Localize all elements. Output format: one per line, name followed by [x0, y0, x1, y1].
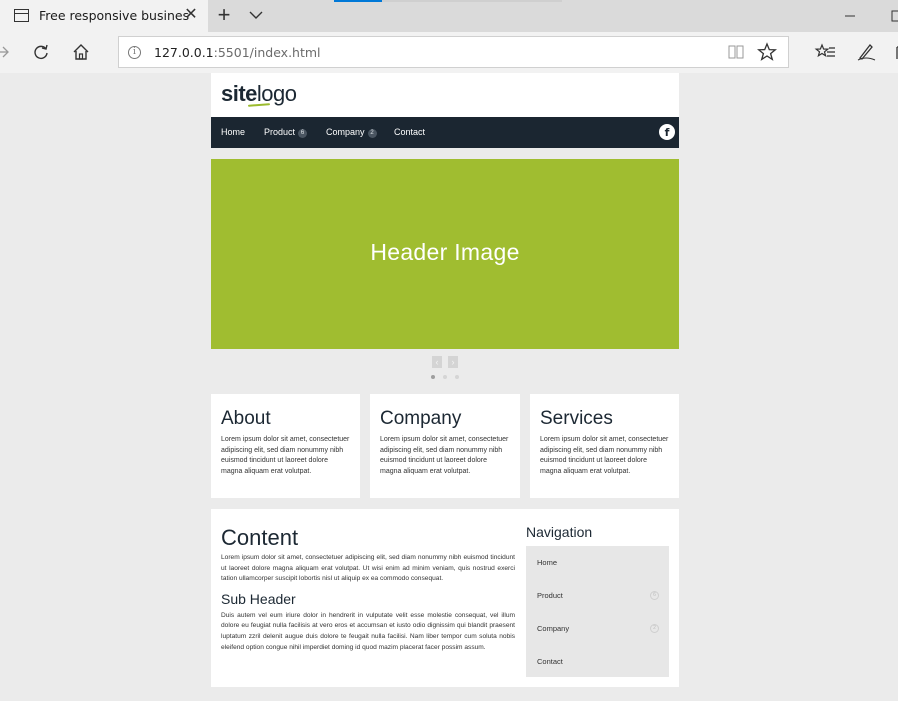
favorites-list-icon[interactable]	[814, 40, 838, 64]
slider-prev-button[interactable]: ‹	[432, 356, 442, 368]
tab-strip-indicator-inactive	[382, 0, 562, 2]
slider-dot[interactable]	[431, 375, 435, 379]
browser-tab[interactable]: Free responsive busines ✕	[0, 0, 208, 32]
page-icon	[14, 9, 29, 22]
favorite-star-icon[interactable]	[756, 42, 778, 62]
sidenav-item-product[interactable]: Product 6	[526, 579, 669, 612]
refresh-icon[interactable]	[29, 40, 53, 64]
sidenav-item-home[interactable]: Home	[526, 546, 669, 579]
forward-icon[interactable]	[0, 40, 16, 64]
slider-dot[interactable]	[443, 375, 447, 379]
top-navigation: Home Product 6 Company 2 Contact f	[211, 117, 679, 148]
box-text: Lorem ipsum dolor sit amet, consectetuer…	[380, 436, 509, 476]
browser-toolbar: i 127.0.0.1:5501/index.html	[0, 32, 898, 73]
company-box: Company Lorem ipsum dolor sit amet, cons…	[370, 394, 520, 498]
about-box: About Lorem ipsum dolor sit amet, consec…	[211, 394, 360, 498]
tab-strip-indicator	[334, 0, 382, 2]
maximize-icon[interactable]	[886, 6, 898, 26]
home-icon[interactable]	[69, 40, 93, 64]
box-title: Services	[540, 408, 613, 429]
address-bar[interactable]: i 127.0.0.1:5501/index.html	[118, 36, 789, 68]
nav-badge: 6	[298, 129, 308, 138]
nav-item-home[interactable]: Home	[221, 127, 245, 137]
content-paragraph: Lorem ipsum dolor sit amet, consectetuer…	[221, 554, 515, 583]
slider-dot[interactable]	[455, 375, 459, 379]
pen-icon[interactable]	[854, 40, 878, 64]
box-text: Lorem ipsum dolor sit amet, consectetuer…	[221, 436, 350, 476]
browser-titlebar: Free responsive busines ✕ +	[0, 0, 898, 32]
hero-text: Header Image	[370, 239, 520, 265]
nav-item-product[interactable]: Product 6	[264, 127, 308, 138]
side-navigation-title: Navigation	[526, 524, 593, 540]
nav-item-contact[interactable]: Contact	[394, 127, 425, 137]
services-box: Services Lorem ipsum dolor sit amet, con…	[530, 394, 679, 498]
content-title: Content	[221, 525, 299, 550]
nav-item-company[interactable]: Company 2	[326, 127, 377, 138]
header-image: Header Image	[211, 159, 679, 349]
chevron-down-icon[interactable]	[246, 5, 266, 25]
slider-next-button[interactable]: ›	[448, 356, 458, 368]
box-text: Lorem ipsum dolor sit amet, consectetuer…	[540, 436, 669, 476]
reading-view-icon[interactable]	[728, 45, 744, 59]
new-tab-icon[interactable]: +	[212, 3, 236, 27]
sub-header: Sub Header	[221, 590, 296, 607]
content-paragraph: Duis autem vel eum iriure dolor in hendr…	[221, 611, 515, 651]
share-icon[interactable]	[890, 40, 898, 64]
box-title: Company	[380, 408, 462, 429]
minimize-icon[interactable]	[840, 6, 860, 26]
sidenav-badge: 6	[650, 591, 659, 600]
close-tab-icon[interactable]: ✕	[180, 4, 202, 26]
sidenav-item-contact[interactable]: Contact	[526, 645, 669, 678]
sidenav-item-company[interactable]: Company 2	[526, 612, 669, 645]
box-title: About	[221, 408, 271, 429]
facebook-icon[interactable]: f	[659, 124, 675, 140]
site-header: sitelogo	[211, 73, 679, 117]
tab-title: Free responsive busines	[39, 8, 190, 23]
main-section: Content Lorem ipsum dolor sit amet, cons…	[211, 509, 679, 687]
sidenav-badge: 2	[650, 624, 659, 633]
nav-badge: 2	[367, 129, 377, 138]
side-navigation: Home Product 6 Company 2 Contact	[526, 546, 669, 677]
url-text[interactable]: 127.0.0.1:5501/index.html	[154, 45, 321, 60]
content-area: Content Lorem ipsum dolor sit amet, cons…	[221, 525, 515, 653]
info-icon[interactable]: i	[128, 46, 141, 59]
